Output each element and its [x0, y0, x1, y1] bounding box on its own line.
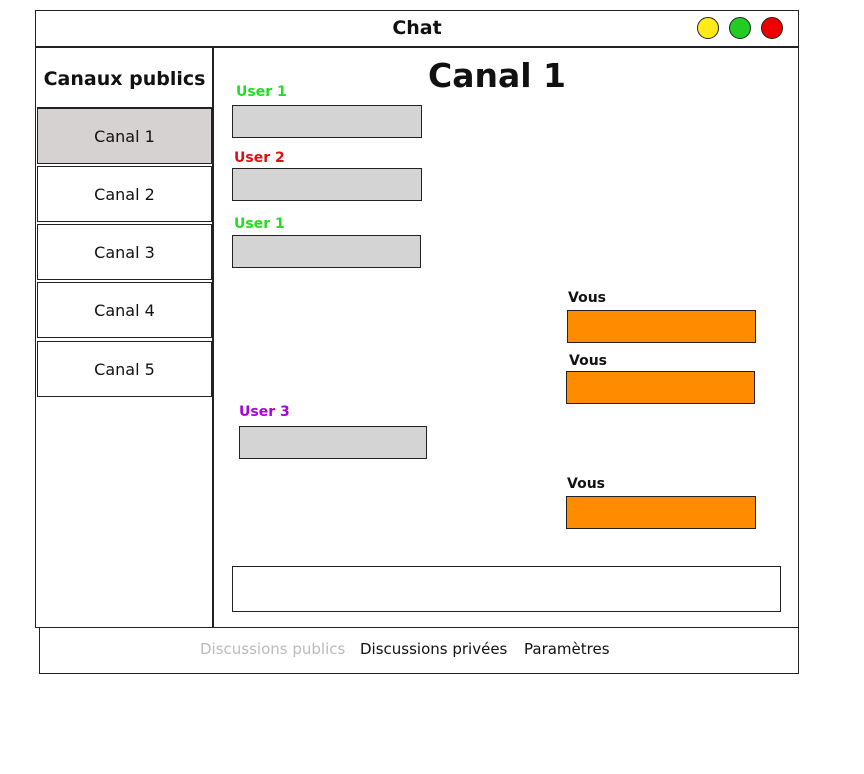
nav-public-discussions[interactable]: Discussions publics — [200, 640, 345, 658]
message-sender: Vous — [568, 290, 606, 306]
message-bubble-incoming — [232, 105, 422, 138]
sidebar-item-canal-5[interactable]: Canal 5 — [37, 341, 212, 397]
window-title: Chat — [392, 17, 442, 39]
message-bubble-incoming — [232, 235, 421, 268]
message-sender: Vous — [569, 353, 607, 369]
message-sender: User 2 — [234, 150, 285, 166]
message-sender: User 3 — [239, 404, 290, 420]
nav-private-discussions[interactable]: Discussions privées — [360, 640, 507, 658]
message-input[interactable] — [232, 566, 781, 612]
message-sender: Vous — [567, 476, 605, 492]
nav-settings[interactable]: Paramètres — [524, 640, 610, 658]
channel-title: Canal 1 — [427, 56, 566, 95]
message-bubble-outgoing — [566, 496, 756, 529]
sidebar-item-canal-4[interactable]: Canal 4 — [37, 282, 212, 338]
sidebar-item-canal-2[interactable]: Canal 2 — [37, 166, 212, 222]
sidebar-item-canal-3[interactable]: Canal 3 — [37, 224, 212, 280]
minimize-button[interactable] — [697, 17, 719, 39]
message-bubble-incoming — [239, 426, 427, 459]
message-sender: User 1 — [234, 216, 285, 232]
sidebar-item-canal-1[interactable]: Canal 1 — [37, 108, 212, 164]
sidebar-heading: Canaux publics — [37, 50, 212, 108]
message-bubble-incoming — [232, 168, 422, 201]
message-bubble-outgoing — [567, 310, 756, 343]
close-button[interactable] — [761, 17, 783, 39]
message-sender: User 1 — [236, 84, 287, 100]
maximize-button[interactable] — [729, 17, 751, 39]
message-bubble-outgoing — [566, 371, 755, 404]
